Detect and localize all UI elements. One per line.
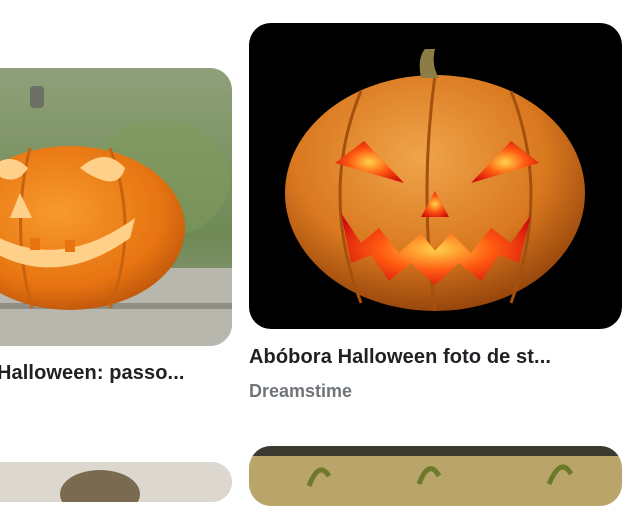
- jack-o-lantern-image: [249, 23, 622, 329]
- pumpkin-thumbnail: [249, 446, 622, 506]
- carved-pumpkin-image: [0, 68, 232, 346]
- result-source-2[interactable]: Dreamstime: [249, 381, 352, 402]
- result-title-1[interactable]: Halloween: passo...: [0, 362, 219, 385]
- pumpkin-thumbnail: [0, 462, 232, 502]
- result-image-2[interactable]: [249, 23, 622, 329]
- result-image-3[interactable]: [0, 462, 232, 502]
- result-image-4[interactable]: [249, 446, 622, 506]
- result-title-2[interactable]: Abóbora Halloween foto de st...: [249, 346, 609, 369]
- result-image-1[interactable]: [0, 68, 232, 346]
